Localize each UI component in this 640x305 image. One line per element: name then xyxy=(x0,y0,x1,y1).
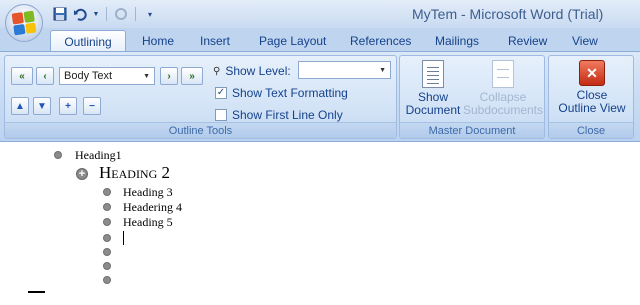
tab-page-layout[interactable]: Page Layout xyxy=(259,34,326,52)
customize-icon[interactable]: ▾ xyxy=(142,6,158,22)
show-document-button[interactable]: Show Document xyxy=(404,60,462,117)
outline-bullet[interactable] xyxy=(103,188,111,196)
show-first-line-only-label: Show First Line Only xyxy=(232,108,343,122)
redo-icon[interactable] xyxy=(113,6,129,22)
collapse-button[interactable]: − xyxy=(83,97,101,115)
collapse-subdocuments-button[interactable]: Collapse Subdocuments xyxy=(462,60,544,117)
outline-bullet[interactable] xyxy=(103,262,111,270)
office-button[interactable] xyxy=(5,4,43,42)
move-up-button[interactable]: ▲ xyxy=(11,97,29,115)
collapse-subdocuments-icon xyxy=(492,60,514,88)
outline-tools-label: Outline Tools xyxy=(5,122,396,138)
office-logo-icon xyxy=(11,10,37,36)
outline-heading2[interactable]: Heading 2 xyxy=(99,163,170,183)
tab-review[interactable]: Review xyxy=(508,34,547,52)
tab-references[interactable]: References xyxy=(350,34,411,52)
save-icon[interactable] xyxy=(52,6,68,22)
master-document-label: Master Document xyxy=(400,122,544,138)
outline-heading4[interactable]: Headering 4 xyxy=(123,200,182,215)
move-down-button[interactable]: ▼ xyxy=(33,97,51,115)
window-title: MyTem - Microsoft Word (Trial) xyxy=(412,6,604,22)
promote-to-heading1-button[interactable]: « xyxy=(11,67,33,85)
close-outline-view-button[interactable]: ✕ Close Outline View xyxy=(552,60,632,115)
outline-heading3[interactable]: Heading 3 xyxy=(123,185,173,200)
outline-bullet[interactable] xyxy=(103,276,111,284)
title-bar: ▼ ▾ MyTem - Microsoft Word (Trial) xyxy=(0,0,640,28)
outline-bullet[interactable] xyxy=(103,203,111,211)
ribbon-tabs: Outlining Home Insert Page Layout Refere… xyxy=(0,28,640,53)
outline-heading5[interactable]: Heading 5 xyxy=(123,215,173,230)
show-level-icon: ⚲ xyxy=(213,65,221,77)
tab-outlining[interactable]: Outlining xyxy=(50,30,126,53)
promote-button[interactable]: ‹ xyxy=(36,67,54,85)
end-of-document-mark xyxy=(28,291,45,293)
show-text-formatting-label: Show Text Formatting xyxy=(232,86,348,100)
outline-level-combo[interactable]: Body Text ▼ xyxy=(59,67,155,85)
outline-tools-group: « ‹ Body Text ▼ › » ▲ ▼ + − ⚲ Show Level… xyxy=(4,55,397,139)
show-document-label-line2: Document xyxy=(405,103,461,117)
show-level-row: ⚲ Show Level: xyxy=(213,64,291,78)
close-outline-view-label-line2: Outline View xyxy=(558,101,626,115)
outline-bullet[interactable] xyxy=(103,218,111,226)
show-first-line-only-checkbox[interactable] xyxy=(215,109,227,121)
demote-to-body-text-button[interactable]: » xyxy=(181,67,203,85)
show-text-formatting-checkbox[interactable]: ✓ xyxy=(215,87,227,99)
master-document-group: Show Document Collapse Subdocuments Mast… xyxy=(399,55,545,139)
close-group-label: Close xyxy=(549,122,633,138)
outline-bullet[interactable] xyxy=(103,234,111,242)
qat-separator xyxy=(106,7,107,21)
chevron-down-icon: ▼ xyxy=(379,66,386,74)
tab-insert[interactable]: Insert xyxy=(200,34,230,52)
outline-level-value: Body Text xyxy=(64,70,113,82)
show-level-combo[interactable]: ▼ xyxy=(298,61,391,79)
collapse-subdocuments-label-line2: Subdocuments xyxy=(462,103,544,117)
show-level-label: Show Level: xyxy=(225,64,291,78)
tab-mailings[interactable]: Mailings xyxy=(435,34,479,52)
show-text-formatting-row[interactable]: ✓ Show Text Formatting xyxy=(215,86,348,100)
ribbon: « ‹ Body Text ▼ › » ▲ ▼ + − ⚲ Show Level… xyxy=(0,51,640,142)
show-document-icon xyxy=(422,60,444,88)
close-icon: ✕ xyxy=(579,60,605,86)
undo-dropdown-icon[interactable]: ▼ xyxy=(92,6,100,22)
expand-heading-icon[interactable]: + xyxy=(76,168,88,180)
qat-separator xyxy=(135,7,136,21)
outline-bullet[interactable] xyxy=(54,151,62,159)
demote-button[interactable]: › xyxy=(160,67,178,85)
show-first-line-only-row[interactable]: Show First Line Only xyxy=(215,108,343,122)
close-group: ✕ Close Outline View Close xyxy=(548,55,634,139)
quick-access-toolbar: ▼ ▾ xyxy=(52,5,158,23)
undo-icon[interactable] xyxy=(72,6,88,22)
outline-bullet[interactable] xyxy=(103,248,111,256)
expand-button[interactable]: + xyxy=(59,97,77,115)
chevron-down-icon: ▼ xyxy=(143,72,150,80)
text-cursor xyxy=(123,231,124,245)
tab-home[interactable]: Home xyxy=(142,34,174,52)
tab-view[interactable]: View xyxy=(572,34,598,52)
document-area[interactable]: Heading1 + Heading 2 Heading 3 Headering… xyxy=(0,143,640,305)
outline-heading1[interactable]: Heading1 xyxy=(75,148,122,163)
